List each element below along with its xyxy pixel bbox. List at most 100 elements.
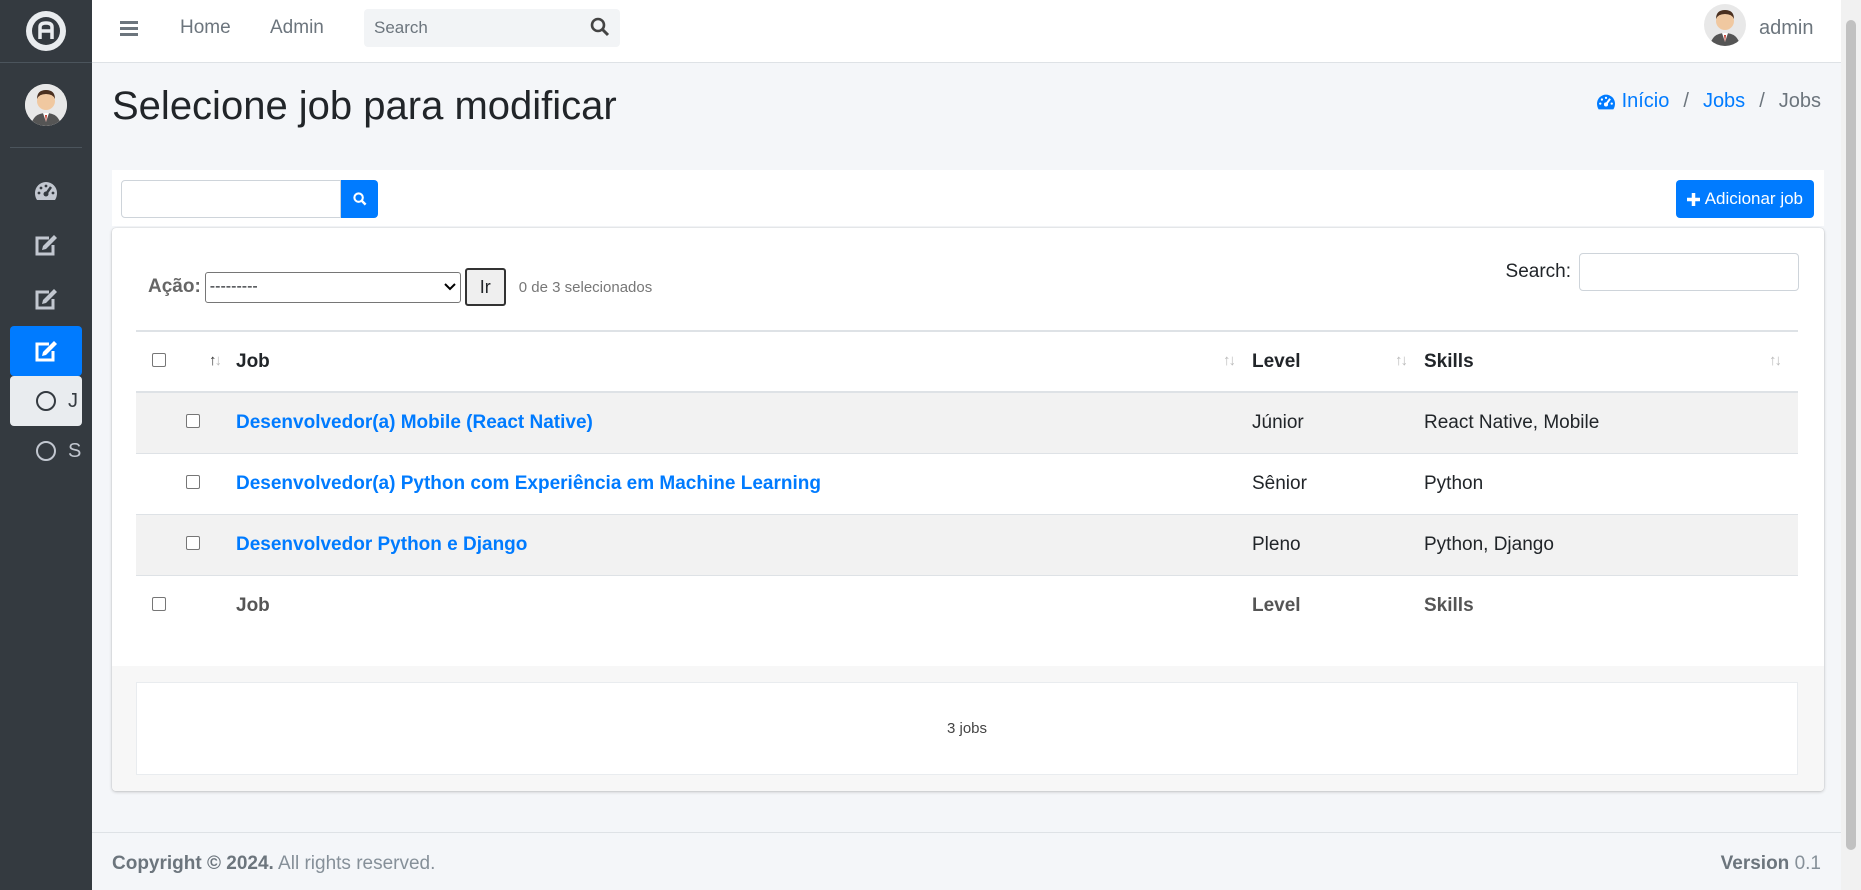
add-job-button[interactable]: Adicionar job: [1675, 180, 1814, 218]
sort-icon: ↑↓: [1395, 352, 1408, 369]
row-checkbox[interactable]: [186, 535, 200, 550]
adminlte-logo-icon: [26, 11, 66, 51]
table-search: Search:: [1506, 253, 1799, 291]
sort-icon: ↑↓: [1769, 352, 1782, 369]
tachometer-icon: [1596, 94, 1615, 109]
job-link[interactable]: Desenvolvedor Python e Django: [236, 534, 527, 555]
plus-icon: [1686, 192, 1700, 206]
breadcrumb-separator: /: [1759, 90, 1765, 112]
table-row: Desenvolvedor(a) Mobile (React Native) J…: [136, 391, 1798, 453]
chevron-down-icon: [444, 283, 456, 291]
breadcrumb-separator: /: [1683, 90, 1689, 112]
select-all-checkbox[interactable]: [152, 596, 166, 611]
sidebar-item-dashboard[interactable]: [10, 164, 82, 218]
action-bar: Ação: --------- Ir 0 de 3 selecionados: [148, 268, 652, 306]
circle-icon: [36, 391, 56, 411]
navbar-search-placeholder: Search: [374, 18, 428, 37]
column-header-job[interactable]: Job ↑↓: [236, 330, 1252, 393]
avatar[interactable]: [1704, 4, 1746, 46]
copyright-rest: All rights reserved.: [273, 853, 436, 874]
result-table: ↑↓ Job ↑↓ Level ↑↓ Skills ↑↓ Desenvolved…: [136, 330, 1798, 636]
nav-link-home[interactable]: Home: [180, 17, 231, 39]
circle-icon: [36, 441, 56, 461]
edit-icon: [35, 235, 57, 256]
paginator: 3 jobs: [136, 682, 1798, 775]
sidebar-nav: J S: [0, 148, 92, 476]
sort-asc-icon: ↑↓: [209, 352, 222, 369]
column-header-label: Skills: [1424, 350, 1474, 372]
changelist-toolbar: Adicionar job: [112, 170, 1824, 226]
footer-label-level: Level: [1252, 574, 1424, 636]
hamburger-menu-icon[interactable]: [120, 20, 140, 43]
scrollbar-thumb[interactable]: [1846, 20, 1856, 850]
version-number: 0.1: [1789, 853, 1821, 874]
navbar-search-input[interactable]: Search: [364, 9, 620, 47]
sidebar-item-edit-1[interactable]: [10, 218, 82, 272]
search-icon: [352, 192, 366, 206]
table-footer-row: Job Level Skills: [136, 574, 1798, 636]
sidebar-subitem-jobs[interactable]: J: [10, 376, 82, 426]
job-link[interactable]: Desenvolvedor(a) Python com Experiência …: [236, 473, 821, 494]
column-header-skills[interactable]: Skills ↑↓: [1424, 330, 1798, 393]
action-select[interactable]: ---------: [204, 271, 461, 303]
user-menu-name[interactable]: admin: [1759, 17, 1813, 40]
skills-cell: React Native, Mobile: [1424, 391, 1798, 453]
job-link[interactable]: Desenvolvedor(a) Mobile (React Native): [236, 412, 593, 433]
selection-counter: 0 de 3 selecionados: [518, 278, 653, 296]
sort-icon: ↑↓: [1223, 352, 1236, 369]
column-header-label: Level: [1252, 350, 1301, 372]
level-cell: Júnior: [1252, 391, 1424, 453]
table-search-input[interactable]: [1579, 253, 1799, 291]
level-cell: Sênior: [1252, 452, 1424, 514]
footer-label-skills: Skills: [1424, 574, 1798, 636]
tachometer-icon: [35, 182, 57, 200]
sidebar-subitem-label: J: [68, 389, 78, 412]
action-label: Ação:: [148, 276, 201, 297]
sidebar-user-panel[interactable]: [10, 63, 82, 148]
sort-column-header[interactable]: ↑↓: [186, 330, 236, 393]
breadcrumb-home[interactable]: Início: [1595, 90, 1670, 113]
run-action-button[interactable]: Ir: [464, 268, 506, 306]
sidebar-item-jobs[interactable]: [10, 326, 82, 376]
copyright-bold: Copyright © 2024.: [112, 853, 274, 874]
column-header-level[interactable]: Level ↑↓: [1252, 330, 1424, 393]
card-footer: 3 jobs: [112, 666, 1824, 791]
breadcrumb: Início / Jobs / Jobs: [1595, 90, 1821, 113]
footer-label-job: Job: [236, 574, 1252, 636]
action-select-value: ---------: [209, 278, 258, 295]
table-row: Desenvolvedor(a) Python com Experiência …: [136, 452, 1798, 514]
changelist-search-button[interactable]: [341, 180, 378, 218]
page-scrollbar[interactable]: [1841, 0, 1861, 890]
version-label: Version: [1720, 853, 1790, 874]
sidebar-subitem-label: S: [68, 439, 82, 462]
avatar: [25, 84, 67, 126]
sidebar-item-edit-2[interactable]: [10, 272, 82, 326]
skills-cell: Python, Django: [1424, 513, 1798, 575]
row-checkbox[interactable]: [186, 474, 200, 489]
brand-link[interactable]: [0, 0, 92, 63]
edit-icon: [35, 289, 57, 310]
table-row: Desenvolvedor Python e Django Pleno Pyth…: [136, 513, 1798, 575]
row-checkbox[interactable]: [186, 413, 200, 428]
paginator-count: 3 jobs: [946, 720, 988, 737]
edit-icon: [35, 341, 57, 362]
level-cell: Pleno: [1252, 513, 1424, 575]
main-sidebar: J S: [0, 0, 92, 890]
changelist-search-input[interactable]: [121, 180, 341, 218]
sidebar-subitem-skills[interactable]: S: [10, 426, 82, 476]
nav-link-admin[interactable]: Admin: [270, 17, 324, 39]
page-title: Selecione job para modificar: [112, 84, 617, 128]
breadcrumb-current: Jobs: [1778, 90, 1821, 112]
table-search-label: Search:: [1505, 261, 1571, 282]
table-header-row: ↑↓ Job ↑↓ Level ↑↓ Skills ↑↓: [136, 330, 1798, 393]
add-job-label: Adicionar job: [1704, 189, 1803, 208]
breadcrumb-home-label: Início: [1621, 90, 1670, 112]
copyright: Copyright © 2024. All rights reserved.: [112, 853, 435, 875]
select-all-cell: [136, 330, 186, 393]
skills-cell: Python: [1424, 452, 1798, 514]
breadcrumb-app[interactable]: Jobs: [1703, 90, 1745, 113]
column-header-label: Job: [236, 350, 270, 372]
search-icon[interactable]: [590, 17, 610, 37]
select-all-checkbox[interactable]: [152, 352, 166, 367]
page-footer: Copyright © 2024. All rights reserved. V…: [92, 832, 1841, 890]
